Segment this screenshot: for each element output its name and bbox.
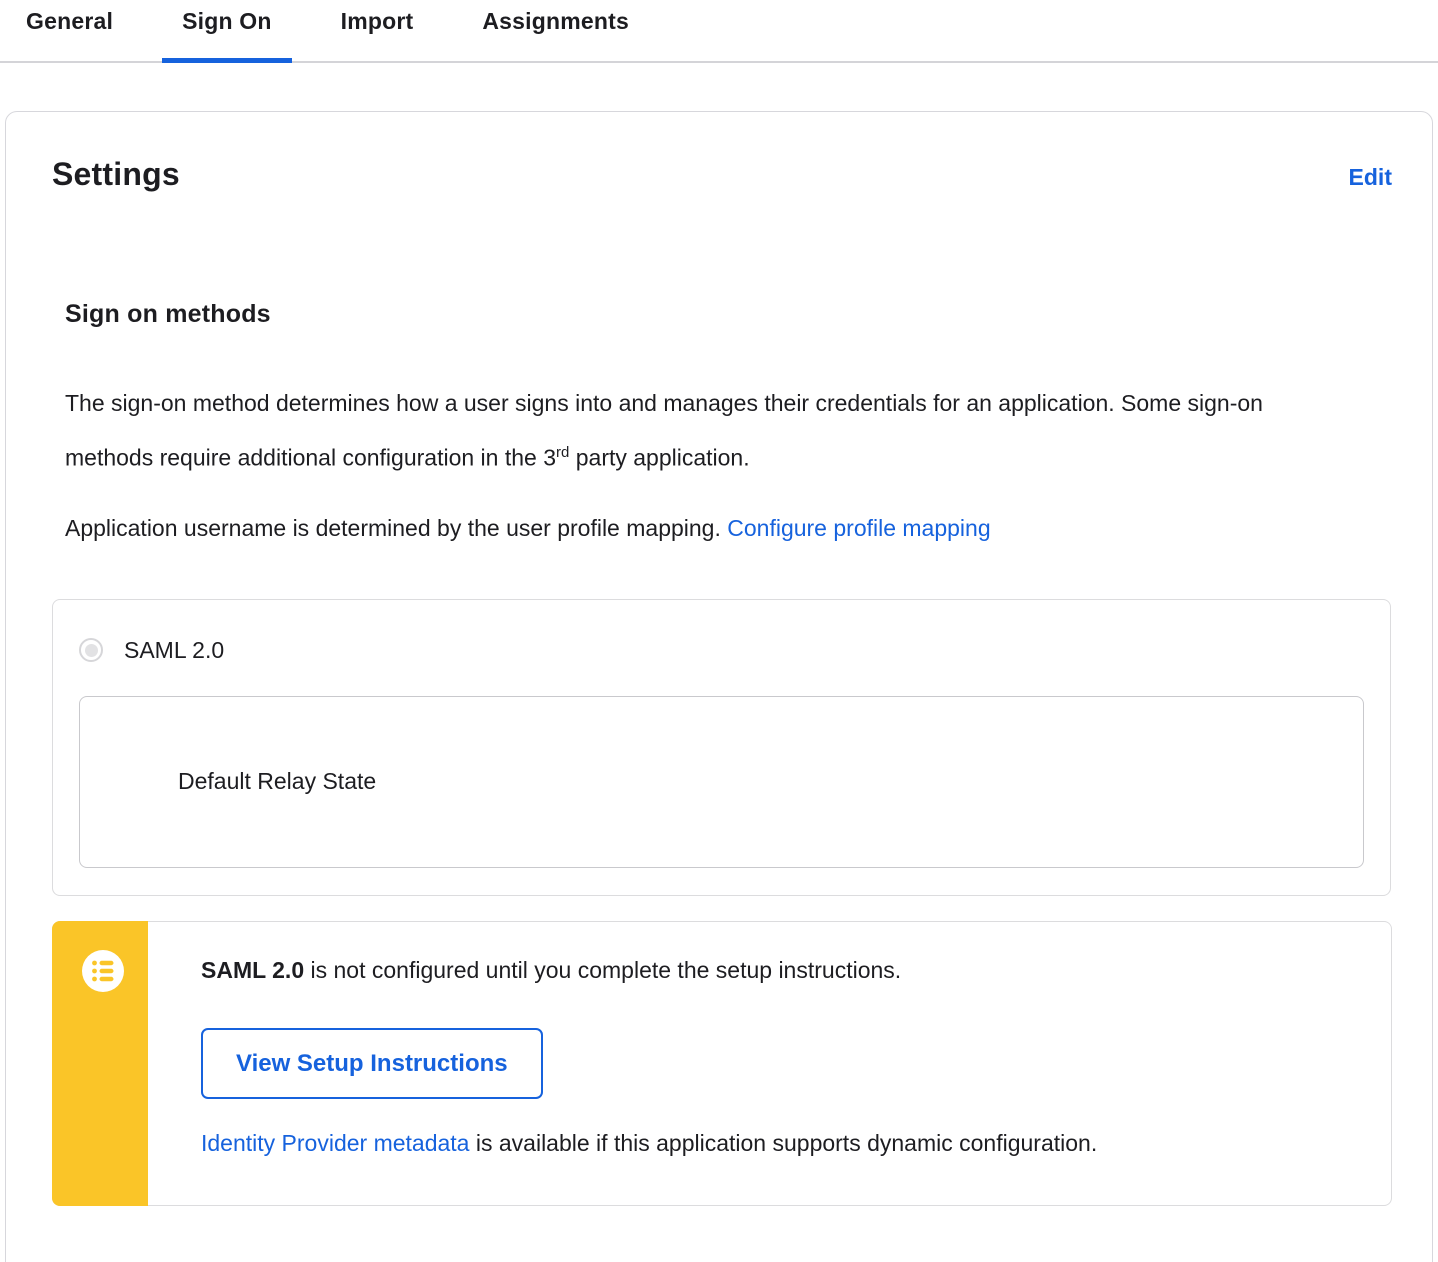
callout-message-text: is not configured until you complete the… [304,956,902,983]
list-icon [82,949,124,992]
settings-card-header: Settings Edit [52,156,1392,198]
metadata-line: Identity Provider metadata is available … [201,1130,1391,1157]
metadata-text: is available if this application support… [469,1129,1098,1156]
section-heading: Sign on methods [65,300,271,328]
page-title: Settings [52,156,180,192]
default-relay-state-box: Default Relay State [79,695,1364,868]
sign-on-methods-section: Sign on methods The sign-on method deter… [52,300,1392,553]
saml-radio-row: SAML 2.0 [79,637,1364,664]
callout-body: SAML 2.0 is not configured until you com… [201,922,1391,1157]
callout-message: SAML 2.0 is not configured until you com… [201,956,1391,984]
tab-label: Assignments [482,8,629,34]
tab-assignments[interactable]: Assignments [462,0,649,61]
saml-radio-button[interactable] [79,638,103,663]
application-username-description: Application username is determined by th… [65,504,1355,553]
callout-message-bold: SAML 2.0 [201,956,305,983]
tab-bar: General Sign On Import Assignments [0,0,1438,63]
default-relay-state-label: Default Relay State [178,768,377,795]
tab-label: Sign On [182,8,272,34]
tab-label: Import [340,8,414,34]
tab-label: General [26,8,114,34]
identity-provider-metadata-link[interactable]: Identity Provider metadata [201,1130,469,1156]
tab-general[interactable]: General [6,0,133,61]
tab-sign-on[interactable]: Sign On [162,0,292,63]
radio-dot [84,643,98,657]
active-tab-underline [162,58,292,63]
saml-radio-label: SAML 2.0 [124,636,225,663]
settings-card: Settings Edit Sign on methods The sign-o… [5,111,1433,1262]
sign-on-method-description: The sign-on method determines how a user… [65,379,1355,483]
view-setup-instructions-button[interactable]: View Setup Instructions [201,1027,543,1099]
saml-method-box: SAML 2.0 Default Relay State [52,598,1391,896]
tab-import[interactable]: Import [321,0,434,61]
ordinal-superscript: rd [556,444,570,461]
username-text: Application username is determined by th… [65,514,728,541]
configure-profile-mapping-link[interactable]: Configure profile mapping [727,515,990,541]
edit-link[interactable]: Edit [1349,164,1392,191]
setup-warning-callout: SAML 2.0 is not configured until you com… [52,920,1392,1206]
description-text-end: party application. [569,444,750,471]
